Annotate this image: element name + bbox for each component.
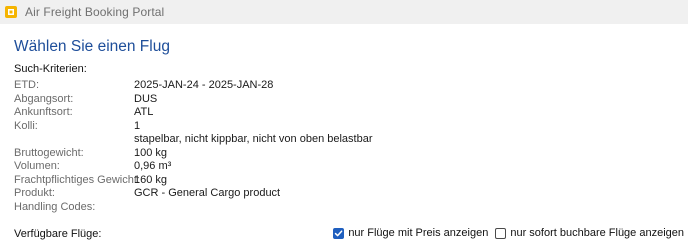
search-criteria-list: ETD: 2025-JAN-24 - 2025-JAN-28 Abgangsor… [14, 79, 514, 214]
search-criteria-label: Such-Kriterien: [14, 63, 87, 75]
criteria-value: 100 kg [134, 146, 168, 159]
criteria-row-destination: Ankunftsort: ATL [14, 106, 514, 120]
filter-priced-flights[interactable]: nur Flüge mit Preis anzeigen [333, 227, 488, 239]
criteria-label: Produkt: [14, 187, 55, 199]
available-flights-label: Verfügbare Flüge: [14, 228, 102, 240]
instant-bookable-label[interactable]: nur sofort buchbare Flüge anzeigen [510, 227, 684, 239]
criteria-value: 0,96 m³ [134, 160, 172, 172]
criteria-row-handling-codes: Handling Codes: [14, 201, 514, 215]
page-title: Wählen Sie einen Flug [14, 38, 170, 55]
criteria-label: Frachtpflichtiges Gewicht: [14, 173, 140, 186]
criteria-row-piece-attributes: stapelbar, nicht kippbar, nicht von oben… [14, 133, 514, 147]
criteria-label: Handling Codes: [14, 200, 96, 213]
criteria-row-chargeable-weight: Frachtpflichtiges Gewicht: 160 kg [14, 174, 514, 188]
criteria-value: 2025-JAN-24 - 2025-JAN-28 [134, 79, 274, 91]
priced-flights-label[interactable]: nur Flüge mit Preis anzeigen [348, 227, 488, 239]
criteria-label: ETD: [14, 79, 40, 91]
title-bar: Air Freight Booking Portal [0, 0, 688, 24]
criteria-row-gross-weight: Bruttogewicht: 100 kg [14, 147, 514, 161]
criteria-row-etd: ETD: 2025-JAN-24 - 2025-JAN-28 [14, 79, 514, 93]
app-logo-icon [4, 5, 18, 19]
instant-bookable-checkbox[interactable] [495, 227, 507, 239]
criteria-label: Ankunftsort: [14, 106, 73, 118]
criteria-row-pieces: Kolli: 1 [14, 120, 514, 134]
criteria-value: stapelbar, nicht kippbar, nicht von oben… [134, 133, 373, 145]
criteria-row-origin: Abgangsort: DUS [14, 93, 514, 107]
priced-flights-checkbox[interactable] [333, 227, 345, 239]
criteria-value: 1 [134, 119, 141, 132]
window-title: Air Freight Booking Portal [25, 5, 165, 19]
criteria-value: DUS [134, 92, 158, 105]
criteria-value: ATL [134, 106, 154, 118]
criteria-label: Bruttogewicht: [14, 146, 84, 159]
criteria-label: Kolli: [14, 119, 38, 132]
criteria-value: GCR - General Cargo product [134, 187, 281, 199]
criteria-row-product: Produkt: GCR - General Cargo product [14, 187, 514, 201]
flight-filters: nur Flüge mit Preis anzeigen nur sofort … [326, 227, 684, 239]
criteria-row-volume: Volumen: 0,96 m³ [14, 160, 514, 174]
checkmark-icon [335, 229, 343, 236]
criteria-value: 160 kg [134, 173, 168, 186]
filter-instant-bookable[interactable]: nur sofort buchbare Flüge anzeigen [495, 227, 684, 239]
criteria-label: Volumen: [14, 160, 60, 172]
criteria-label: Abgangsort: [14, 92, 74, 105]
